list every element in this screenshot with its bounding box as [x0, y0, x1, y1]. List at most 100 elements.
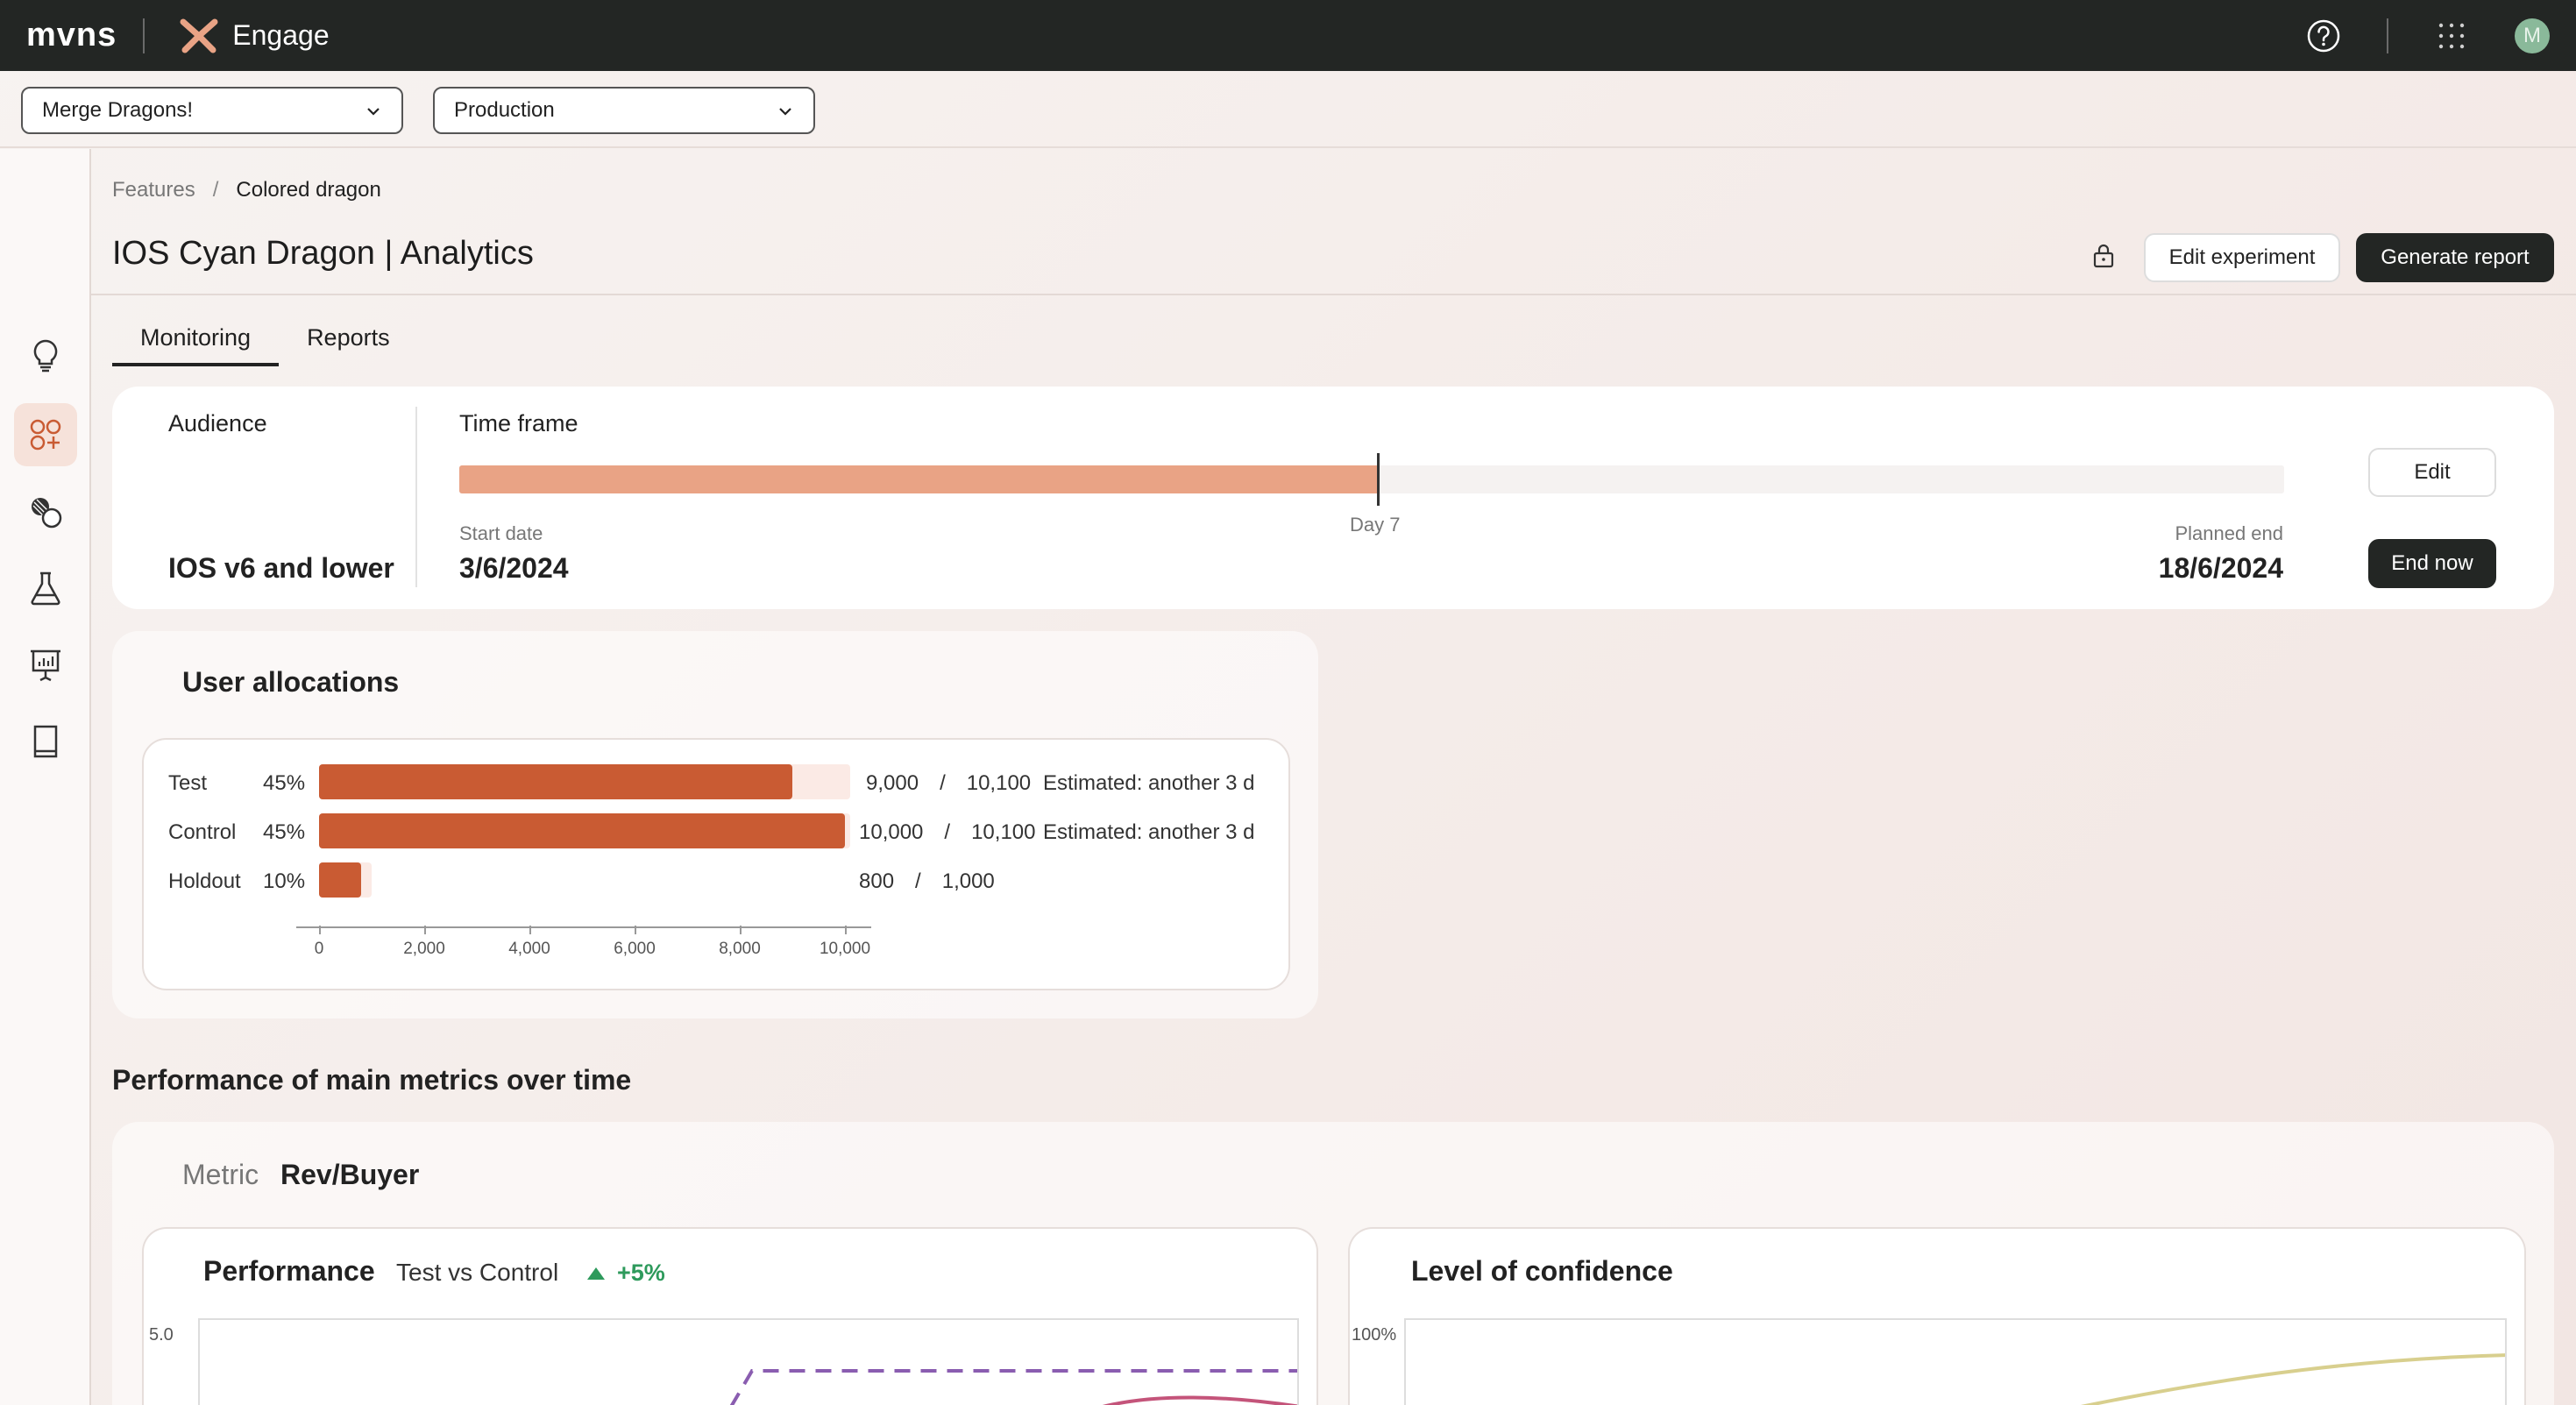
presentation-chart-icon [31, 649, 60, 682]
allocation-current: 10,000 [859, 820, 924, 844]
apps-grid-icon[interactable] [2434, 18, 2469, 53]
audience-label: Audience [168, 410, 267, 436]
allocation-name: Holdout [168, 869, 241, 893]
sidebar-item-experiments[interactable] [14, 557, 77, 620]
user-avatar[interactable]: M [2515, 18, 2550, 53]
sidebar [0, 149, 91, 1405]
allocation-track [319, 813, 850, 848]
allocation-target: 10,100 [971, 820, 1036, 844]
sidebar-item-ideas[interactable] [14, 324, 77, 387]
axis-tick-label: 2,000 [403, 940, 445, 958]
header-divider [91, 294, 2576, 295]
confidence-chart-title: Level of confidence [1411, 1255, 1673, 1287]
product-name[interactable]: Engage [232, 19, 329, 52]
allocation-estimate: Estimated: another 3 d [1043, 771, 1255, 795]
allocation-percent: 45% [263, 771, 306, 795]
allocation-separator: / [940, 771, 946, 795]
context-selector-row: Merge Dragons! Production [0, 71, 2576, 148]
engage-logo-icon [180, 18, 218, 53]
axis-tick [845, 926, 847, 934]
allocation-bar [319, 862, 361, 898]
sidebar-item-docs[interactable] [14, 710, 77, 773]
planned-end-label: Planned end [2175, 522, 2283, 544]
axis-tick [319, 926, 321, 934]
confidence-plot-svg [2080, 1353, 2505, 1405]
axis-tick-label: 6,000 [614, 940, 656, 958]
planned-end-value: 18/6/2024 [2158, 552, 2283, 584]
performance-chart-title: Performance [203, 1255, 375, 1287]
end-now-button[interactable]: End now [2368, 539, 2496, 588]
user-allocations-title: User allocations [182, 666, 400, 698]
triangle-up-icon [587, 1267, 605, 1280]
axis-tick [740, 926, 742, 934]
start-date-value: 3/6/2024 [459, 552, 569, 584]
allocation-row-holdout: Holdout 10% 800 / 1,000 [168, 862, 1290, 898]
environment-select[interactable]: Production [433, 87, 815, 134]
allocation-bar [319, 813, 845, 848]
allocation-counts: 800 / 1,000 [859, 869, 995, 894]
brand-logo[interactable]: mvns [26, 17, 117, 54]
game-select[interactable]: Merge Dragons! [21, 87, 403, 134]
performance-plot-area [198, 1318, 1299, 1405]
brand-divider [143, 18, 145, 53]
axis-tick [529, 926, 531, 934]
confidence-y-top-label: 100% [1352, 1325, 1397, 1345]
page-title: IOS Cyan Dragon | Analytics [112, 235, 534, 272]
edit-timeframe-button[interactable]: Edit [2368, 448, 2496, 497]
chevron-down-icon [779, 108, 791, 116]
breadcrumb-current: Colored dragon [236, 178, 381, 202]
comparison-label: Test vs Control [396, 1259, 559, 1286]
allocation-separator: / [915, 869, 921, 893]
axis-tick-label: 0 [314, 940, 324, 958]
edit-experiment-button[interactable]: Edit experiment [2144, 233, 2340, 282]
sidebar-item-reports[interactable] [14, 633, 77, 696]
allocation-estimate: Estimated: another 3 d [1043, 820, 1255, 844]
breadcrumb-separator: / [212, 178, 219, 202]
lightbulb-icon [33, 339, 58, 373]
axis-tick [424, 926, 426, 934]
summary-divider [415, 407, 417, 587]
tab-reports[interactable]: Reports [279, 324, 418, 366]
sidebar-item-features[interactable] [14, 403, 77, 466]
flask-icon [31, 571, 60, 606]
tab-bar: Monitoring Reports [112, 324, 418, 368]
help-icon[interactable] [2306, 18, 2341, 53]
allocation-name: Test [168, 771, 208, 795]
test-series-line [729, 1369, 1297, 1405]
axis-tick-label: 8,000 [719, 940, 761, 958]
audience-value: IOS v6 and lower [168, 552, 394, 584]
generate-report-button[interactable]: Generate report [2356, 233, 2554, 282]
breadcrumb-parent-link[interactable]: Features [112, 178, 195, 202]
allocation-name: Control [168, 820, 237, 844]
allocation-current: 9,000 [866, 771, 919, 795]
allocation-counts: 10,000 / 10,100 [859, 820, 1035, 845]
allocation-row-control: Control 45% 10,000 / 10,100 Estimated: ano… [168, 813, 1290, 848]
allocation-track [319, 764, 850, 799]
performance-delta-value: +5% [617, 1260, 665, 1286]
timeframe-progress-track [459, 465, 2284, 493]
allocation-current: 800 [859, 869, 895, 893]
allocation-counts: 9,000 / 10,100 [866, 771, 1031, 796]
start-date-label: Start date [459, 522, 543, 544]
timeframe-label: Time frame [459, 410, 578, 436]
top-bar-divider [2387, 18, 2388, 53]
performance-delta: +5% [585, 1260, 665, 1287]
allocation-x-axis [296, 926, 871, 928]
lock-icon[interactable] [2090, 242, 2118, 270]
axis-tick-label: 10,000 [819, 940, 871, 958]
confidence-plot-area [1404, 1318, 2507, 1405]
allocation-percent: 45% [263, 820, 306, 844]
confidence-series-line [2080, 1353, 2505, 1405]
performance-plot-svg [729, 1369, 1297, 1405]
timeframe-progress-fill [459, 465, 1380, 493]
allocation-target: 1,000 [941, 869, 995, 893]
sidebar-item-segments[interactable] [14, 480, 77, 543]
axis-tick [635, 926, 636, 934]
allocation-target: 10,100 [966, 771, 1032, 795]
current-day-label: Day 7 [1350, 514, 1401, 536]
allocation-bar [319, 764, 792, 799]
metric-value[interactable]: Rev/Buyer [280, 1159, 419, 1191]
features-grid-icon [30, 419, 61, 451]
allocation-percent: 10% [263, 869, 306, 893]
tab-monitoring[interactable]: Monitoring [112, 324, 280, 366]
